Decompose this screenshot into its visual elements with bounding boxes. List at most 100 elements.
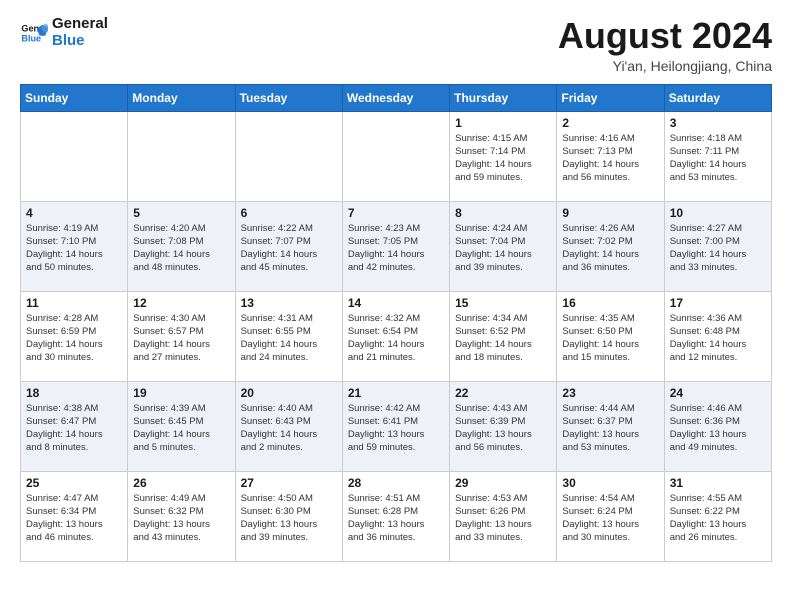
calendar-day-header: Wednesday <box>342 84 449 111</box>
logo-general: General <box>52 16 108 33</box>
day-info: Sunrise: 4:23 AM Sunset: 7:05 PM Dayligh… <box>348 222 444 275</box>
calendar-cell: 20Sunrise: 4:40 AM Sunset: 6:43 PM Dayli… <box>235 381 342 471</box>
calendar-cell: 31 Sunrise: 4:55 AM Sunset: 6:22 PM Dayli… <box>664 471 771 561</box>
calendar-cell: 13 Sunrise: 4:31 AM Sunset: 6:55 PM Dayli… <box>235 291 342 381</box>
calendar-body: 1Sunrise: 4:15 AM Sunset: 7:14 PM Daylig… <box>21 111 772 561</box>
day-number: 13 <box>241 296 337 310</box>
calendar-week-row: 4 Sunrise: 4:19 AM Sunset: 7:10 PM Daylig… <box>21 201 772 291</box>
calendar-cell: 5 Sunrise: 4:20 AM Sunset: 7:08 PM Daylig… <box>128 201 235 291</box>
day-number: 19 <box>133 386 229 400</box>
calendar-day-header: Monday <box>128 84 235 111</box>
day-number: 2 <box>562 116 658 130</box>
calendar-week-row: 11 Sunrise: 4:28 AM Sunset: 6:59 PM Dayli… <box>21 291 772 381</box>
day-info: Sunrise: 4:42 AM Sunset: 6:41 PM Dayligh… <box>348 402 444 455</box>
day-number: 18 <box>26 386 122 400</box>
day-number: 5 <box>133 206 229 220</box>
day-info: Sunrise: 4:50 AM Sunset: 6:30 PM Dayligh… <box>241 492 337 545</box>
calendar-cell: 29 Sunrise: 4:53 AM Sunset: 6:26 PM Dayli… <box>450 471 557 561</box>
calendar-cell <box>235 111 342 201</box>
calendar-day-header: Sunday <box>21 84 128 111</box>
day-number: 28 <box>348 476 444 490</box>
day-info: Sunrise: 4:38 AM Sunset: 6:47 PM Dayligh… <box>26 402 122 455</box>
day-number: 22 <box>455 386 551 400</box>
calendar-cell: 22 Sunrise: 4:43 AM Sunset: 6:39 PM Dayli… <box>450 381 557 471</box>
day-number: 23 <box>562 386 658 400</box>
day-info: Sunrise: 4:47 AM Sunset: 6:34 PM Dayligh… <box>26 492 122 545</box>
day-info: Sunrise: 4:34 AM Sunset: 6:52 PM Dayligh… <box>455 312 551 365</box>
day-info: Sunrise: 4:24 AM Sunset: 7:04 PM Dayligh… <box>455 222 551 275</box>
calendar-cell: 11 Sunrise: 4:28 AM Sunset: 6:59 PM Dayli… <box>21 291 128 381</box>
calendar-cell: 1Sunrise: 4:15 AM Sunset: 7:14 PM Daylig… <box>450 111 557 201</box>
calendar-cell: 18 Sunrise: 4:38 AM Sunset: 6:47 PM Dayli… <box>21 381 128 471</box>
calendar-cell: 26Sunrise: 4:49 AM Sunset: 6:32 PM Dayli… <box>128 471 235 561</box>
day-number: 24 <box>670 386 766 400</box>
day-number: 29 <box>455 476 551 490</box>
calendar-cell: 6 Sunrise: 4:22 AM Sunset: 7:07 PM Daylig… <box>235 201 342 291</box>
main-title: August 2024 <box>558 16 772 56</box>
calendar: SundayMondayTuesdayWednesdayThursdayFrid… <box>20 84 772 562</box>
calendar-cell: 28 Sunrise: 4:51 AM Sunset: 6:28 PM Dayli… <box>342 471 449 561</box>
day-info: Sunrise: 4:51 AM Sunset: 6:28 PM Dayligh… <box>348 492 444 545</box>
day-info: Sunrise: 4:36 AM Sunset: 6:48 PM Dayligh… <box>670 312 766 365</box>
day-number: 30 <box>562 476 658 490</box>
calendar-week-row: 18 Sunrise: 4:38 AM Sunset: 6:47 PM Dayli… <box>21 381 772 471</box>
calendar-cell: 16 Sunrise: 4:35 AM Sunset: 6:50 PM Dayli… <box>557 291 664 381</box>
calendar-cell: 21 Sunrise: 4:42 AM Sunset: 6:41 PM Dayli… <box>342 381 449 471</box>
calendar-cell: 19 Sunrise: 4:39 AM Sunset: 6:45 PM Dayli… <box>128 381 235 471</box>
calendar-cell <box>21 111 128 201</box>
day-info: Sunrise: 4:54 AM Sunset: 6:24 PM Dayligh… <box>562 492 658 545</box>
day-info: Sunrise: 4:35 AM Sunset: 6:50 PM Dayligh… <box>562 312 658 365</box>
calendar-cell: 27 Sunrise: 4:50 AM Sunset: 6:30 PM Dayli… <box>235 471 342 561</box>
day-info: Sunrise: 4:30 AM Sunset: 6:57 PM Dayligh… <box>133 312 229 365</box>
day-info: Sunrise: 4:28 AM Sunset: 6:59 PM Dayligh… <box>26 312 122 365</box>
calendar-week-row: 25 Sunrise: 4:47 AM Sunset: 6:34 PM Dayli… <box>21 471 772 561</box>
calendar-day-header: Tuesday <box>235 84 342 111</box>
day-info: Sunrise: 4:16 AM Sunset: 7:13 PM Dayligh… <box>562 132 658 185</box>
day-number: 14 <box>348 296 444 310</box>
day-info: Sunrise: 4:32 AM Sunset: 6:54 PM Dayligh… <box>348 312 444 365</box>
subtitle: Yi'an, Heilongjiang, China <box>558 58 772 74</box>
day-info: Sunrise: 4:43 AM Sunset: 6:39 PM Dayligh… <box>455 402 551 455</box>
logo: General Blue General Blue <box>20 16 108 49</box>
calendar-cell: 30 Sunrise: 4:54 AM Sunset: 6:24 PM Dayli… <box>557 471 664 561</box>
day-number: 16 <box>562 296 658 310</box>
calendar-cell: 3Sunrise: 4:18 AM Sunset: 7:11 PM Daylig… <box>664 111 771 201</box>
calendar-day-header: Thursday <box>450 84 557 111</box>
day-info: Sunrise: 4:55 AM Sunset: 6:22 PM Dayligh… <box>670 492 766 545</box>
calendar-cell: 15 Sunrise: 4:34 AM Sunset: 6:52 PM Dayli… <box>450 291 557 381</box>
calendar-cell: 4 Sunrise: 4:19 AM Sunset: 7:10 PM Daylig… <box>21 201 128 291</box>
day-info: Sunrise: 4:31 AM Sunset: 6:55 PM Dayligh… <box>241 312 337 365</box>
day-number: 7 <box>348 206 444 220</box>
day-number: 15 <box>455 296 551 310</box>
calendar-cell: 2 Sunrise: 4:16 AM Sunset: 7:13 PM Daylig… <box>557 111 664 201</box>
calendar-cell: 24Sunrise: 4:46 AM Sunset: 6:36 PM Dayli… <box>664 381 771 471</box>
day-info: Sunrise: 4:18 AM Sunset: 7:11 PM Dayligh… <box>670 132 766 185</box>
calendar-cell <box>342 111 449 201</box>
day-info: Sunrise: 4:19 AM Sunset: 7:10 PM Dayligh… <box>26 222 122 275</box>
svg-text:Blue: Blue <box>21 33 41 43</box>
calendar-week-row: 1Sunrise: 4:15 AM Sunset: 7:14 PM Daylig… <box>21 111 772 201</box>
calendar-cell: 17Sunrise: 4:36 AM Sunset: 6:48 PM Dayli… <box>664 291 771 381</box>
day-number: 11 <box>26 296 122 310</box>
day-number: 6 <box>241 206 337 220</box>
day-number: 31 <box>670 476 766 490</box>
day-number: 21 <box>348 386 444 400</box>
day-info: Sunrise: 4:26 AM Sunset: 7:02 PM Dayligh… <box>562 222 658 275</box>
calendar-cell: 14 Sunrise: 4:32 AM Sunset: 6:54 PM Dayli… <box>342 291 449 381</box>
page: General Blue General Blue August 2024 Yi… <box>0 0 792 582</box>
day-number: 9 <box>562 206 658 220</box>
day-info: Sunrise: 4:15 AM Sunset: 7:14 PM Dayligh… <box>455 132 551 185</box>
calendar-cell: 12 Sunrise: 4:30 AM Sunset: 6:57 PM Dayli… <box>128 291 235 381</box>
calendar-cell: 10Sunrise: 4:27 AM Sunset: 7:00 PM Dayli… <box>664 201 771 291</box>
calendar-header-row: SundayMondayTuesdayWednesdayThursdayFrid… <box>21 84 772 111</box>
day-info: Sunrise: 4:39 AM Sunset: 6:45 PM Dayligh… <box>133 402 229 455</box>
day-number: 27 <box>241 476 337 490</box>
day-info: Sunrise: 4:53 AM Sunset: 6:26 PM Dayligh… <box>455 492 551 545</box>
day-number: 25 <box>26 476 122 490</box>
day-info: Sunrise: 4:20 AM Sunset: 7:08 PM Dayligh… <box>133 222 229 275</box>
header: General Blue General Blue August 2024 Yi… <box>20 16 772 74</box>
day-number: 4 <box>26 206 122 220</box>
day-info: Sunrise: 4:22 AM Sunset: 7:07 PM Dayligh… <box>241 222 337 275</box>
day-number: 12 <box>133 296 229 310</box>
title-block: August 2024 Yi'an, Heilongjiang, China <box>558 16 772 74</box>
